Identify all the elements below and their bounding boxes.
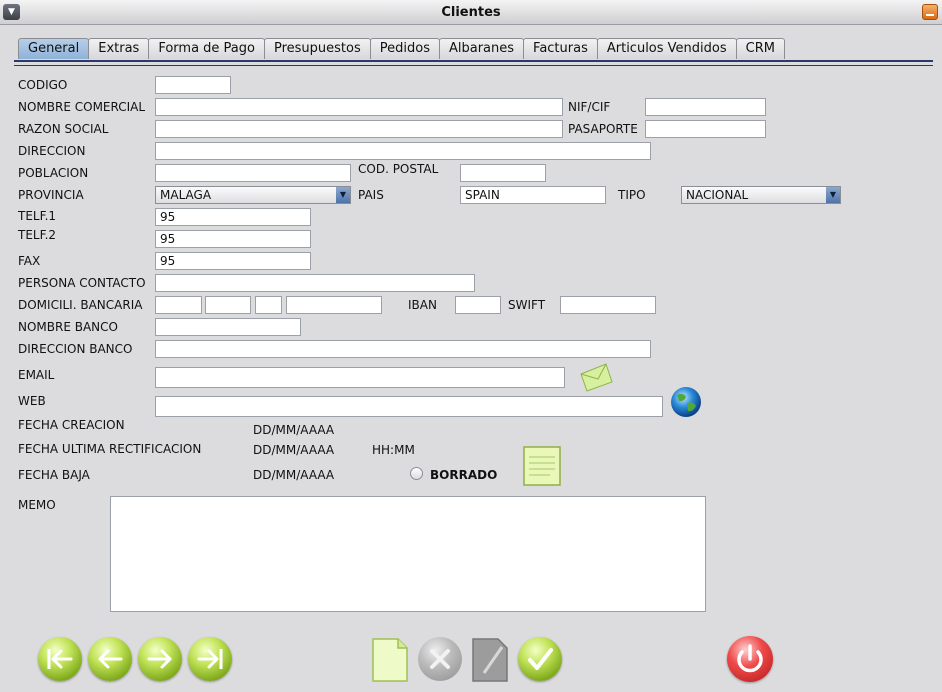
borrado-radio[interactable]: [410, 467, 423, 480]
close-button[interactable]: [727, 636, 773, 682]
next-record-button[interactable]: [138, 637, 182, 681]
pasaporte-field[interactable]: [645, 120, 766, 138]
memo-textarea[interactable]: [110, 496, 706, 612]
tipo-label: TIPO: [618, 188, 646, 202]
tab-extras[interactable]: Extras: [88, 38, 150, 59]
tipo-value: NACIONAL: [686, 188, 749, 202]
notes-icon[interactable]: [522, 445, 562, 487]
fax-label: FAX: [18, 254, 41, 268]
tab-bar: General Extras Forma de Pago Presupuesto…: [18, 38, 785, 60]
codigo-field[interactable]: [155, 76, 231, 94]
nombre-banco-field[interactable]: [155, 318, 301, 336]
chevron-down-icon[interactable]: ▼: [826, 187, 840, 203]
tab-pedidos[interactable]: Pedidos: [369, 38, 440, 59]
accept-icon: [528, 648, 553, 670]
bank-entity-field[interactable]: [155, 296, 202, 314]
next-icon: [147, 649, 172, 669]
power-icon: [737, 644, 763, 673]
bank-dc-field[interactable]: [255, 296, 282, 314]
fax-field[interactable]: 95: [155, 252, 311, 270]
fecha-baja-label: FECHA BAJA: [18, 468, 90, 482]
nombre-banco-label: NOMBRE BANCO: [18, 320, 118, 334]
pasaporte-label: PASAPORTE: [568, 122, 638, 136]
cancel-icon: [430, 649, 450, 669]
iban-field[interactable]: [455, 296, 501, 314]
title-bar: ▼ Clientes: [0, 0, 942, 25]
tipo-select[interactable]: NACIONAL ▼: [681, 186, 841, 204]
tab-articulos-vendidos[interactable]: Articulos Vendidos: [596, 38, 737, 59]
poblacion-field[interactable]: [155, 164, 351, 182]
telf2-label: TELF.2: [18, 228, 57, 242]
new-document-icon: [372, 638, 408, 682]
tab-crm[interactable]: CRM: [735, 38, 785, 59]
codigo-label: CODIGO: [18, 78, 68, 92]
pais-label: PAIS: [358, 188, 384, 202]
accept-button[interactable]: [518, 637, 562, 681]
razon-social-label: RAZON SOCIAL: [18, 122, 109, 136]
poblacion-label: POBLACION: [18, 166, 89, 180]
previous-record-button[interactable]: [88, 637, 132, 681]
tab-general[interactable]: General: [18, 38, 90, 59]
direccion-banco-field[interactable]: [155, 340, 651, 358]
minimize-icon[interactable]: [922, 4, 938, 20]
fecha-baja-value: DD/MM/AAAA: [253, 468, 335, 482]
nif-cif-label: NIF/CIF: [568, 100, 611, 114]
iban-label: IBAN: [408, 298, 437, 312]
web-field[interactable]: [155, 396, 663, 417]
last-record-button[interactable]: [188, 637, 232, 681]
cod-postal-field[interactable]: [460, 164, 546, 182]
web-label: WEB: [18, 394, 46, 408]
persona-contacto-field[interactable]: [155, 274, 475, 292]
provincia-value: MALAGA: [160, 188, 212, 202]
fecha-creacion-value: DD/MM/AAAA: [253, 423, 335, 437]
edit-button[interactable]: [470, 637, 510, 683]
provincia-label: PROVINCIA: [18, 188, 84, 202]
email-label: EMAIL: [18, 368, 55, 382]
last-icon: [197, 649, 223, 669]
cod-postal-label: COD. POSTAL: [358, 162, 439, 176]
tab-forma-de-pago[interactable]: Forma de Pago: [148, 38, 265, 59]
provincia-select[interactable]: MALAGA ▼: [155, 186, 351, 204]
pais-field[interactable]: SPAIN: [460, 186, 606, 204]
email-field[interactable]: [155, 367, 565, 388]
nombre-comercial-label: NOMBRE COMERCIAL: [18, 100, 146, 114]
fecha-creacion-label: FECHA CREACION: [18, 418, 125, 432]
telf2-field[interactable]: 95: [155, 230, 311, 248]
fecha-ultima-value: DD/MM/AAAA: [253, 443, 335, 457]
swift-field[interactable]: [560, 296, 656, 314]
nif-cif-field[interactable]: [645, 98, 766, 116]
telf1-field[interactable]: 95: [155, 208, 311, 226]
tab-presupuestos[interactable]: Presupuestos: [263, 38, 371, 59]
domicili-bancaria-label: DOMICILI. BANCARIA: [18, 298, 143, 312]
direccion-banco-label: DIRECCION BANCO: [18, 342, 133, 356]
bank-account-field[interactable]: [286, 296, 382, 314]
borrado-label: BORRADO: [430, 468, 498, 482]
memo-label: MEMO: [18, 498, 56, 512]
fecha-ultima-label: FECHA ULTIMA RECTIFICACION: [18, 442, 202, 456]
envelope-icon[interactable]: [578, 360, 614, 392]
hora-ultima-value: HH:MM: [372, 443, 415, 457]
previous-icon: [98, 649, 123, 669]
swift-label: SWIFT: [508, 298, 546, 312]
bank-office-field[interactable]: [205, 296, 251, 314]
telf1-label: TELF.1: [18, 209, 57, 223]
chevron-down-icon[interactable]: ▼: [336, 187, 350, 203]
first-record-button[interactable]: [38, 637, 82, 681]
tab-divider: [14, 60, 933, 66]
razon-social-field[interactable]: [155, 120, 563, 138]
persona-contacto-label: PERSONA CONTACTO: [18, 276, 146, 290]
cancel-button[interactable]: [418, 637, 462, 681]
window-title: Clientes: [441, 5, 501, 20]
edit-icon: [472, 638, 508, 682]
new-document-button[interactable]: [370, 637, 410, 683]
direccion-field[interactable]: [155, 142, 651, 160]
direccion-label: DIRECCION: [18, 144, 86, 158]
nombre-comercial-field[interactable]: [155, 98, 563, 116]
first-icon: [47, 649, 73, 669]
tab-albaranes[interactable]: Albaranes: [438, 38, 525, 59]
tab-facturas[interactable]: Facturas: [523, 38, 598, 59]
globe-icon[interactable]: [669, 385, 703, 419]
